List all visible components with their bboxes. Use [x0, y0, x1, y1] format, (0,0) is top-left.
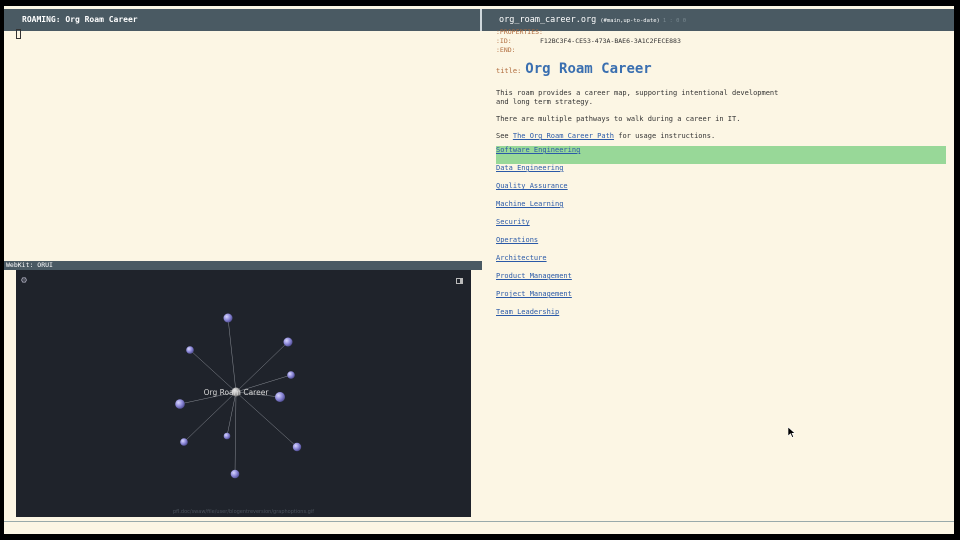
link-security[interactable]: Security	[496, 218, 946, 236]
graph-edge	[189, 349, 237, 393]
id-key: :ID:	[496, 37, 512, 45]
properties-start: :PROPERTIES:	[496, 28, 543, 36]
text-cursor	[16, 29, 21, 39]
graph-edge	[235, 341, 289, 393]
webkit-modeline-text: WebKit: ORUI	[6, 261, 53, 269]
graph-node[interactable]	[275, 392, 285, 402]
link-product-management[interactable]: Product Management	[496, 272, 946, 290]
usage-paragraph: See The Org Roam Career Path for usage i…	[496, 132, 946, 141]
link-label[interactable]: Architecture	[496, 254, 547, 262]
page-title: Org Roam Career	[525, 61, 652, 77]
roaming-modeline: ROAMING: Org Roam Career	[4, 9, 480, 31]
graph-node[interactable]	[175, 399, 185, 409]
link-quality-assurance[interactable]: Quality Assurance	[496, 182, 946, 200]
graph-view[interactable]: ⚙ Org Roam Career pfl.doc/swaw/file/user…	[16, 270, 471, 517]
properties-end: :END:	[496, 46, 516, 54]
link-operations[interactable]: Operations	[496, 236, 946, 254]
link-project-management[interactable]: Project Management	[496, 290, 946, 308]
title-row: title: Org Roam Career	[496, 61, 946, 81]
title-key: title:	[496, 67, 522, 75]
id-value: F12BC3F4-CE53-473A-BAE6-3A1C2FECE883	[540, 37, 681, 45]
minibuffer-divider	[4, 521, 954, 522]
graph-edge	[235, 391, 298, 448]
link-architecture[interactable]: Architecture	[496, 254, 946, 272]
link-label[interactable]: Software Engineering	[496, 146, 580, 154]
git-branch-status: (#main,up-to-date)	[600, 18, 660, 24]
career-path-link[interactable]: The Org Roam Career Path	[513, 132, 614, 140]
graph-node[interactable]	[223, 313, 233, 323]
link-team-leadership[interactable]: Team Leadership	[496, 308, 946, 326]
emacs-frame: ROAMING: Org Roam Career org_roam_career…	[4, 6, 954, 534]
graph-node[interactable]	[180, 438, 188, 446]
link-software-engineering[interactable]: Software Engineering	[496, 146, 946, 164]
career-links-list: Software Engineering Data Engineering Qu…	[496, 146, 946, 326]
graph-footer-text: pfl.doc/swaw/file/user/blogentreversion/…	[173, 509, 314, 515]
graph-node[interactable]	[230, 469, 240, 479]
modeline-position: 1 : 0 0	[662, 18, 687, 24]
org-buffer[interactable]: :PROPERTIES: :ID: F12BC3F4-CE53-473A-BAE…	[496, 28, 946, 326]
intro-paragraph: This roam provides a career map, support…	[496, 89, 779, 106]
graph-node[interactable]	[223, 432, 231, 440]
link-data-engineering[interactable]: Data Engineering	[496, 164, 946, 182]
id-property: :ID: F12BC3F4-CE53-473A-BAE6-3A1C2FECE88…	[496, 37, 946, 46]
graph-node[interactable]	[186, 346, 194, 354]
link-label[interactable]: Team Leadership	[496, 308, 559, 316]
graph-node[interactable]	[292, 442, 302, 452]
link-machine-learning[interactable]: Machine Learning	[496, 200, 946, 218]
graph-edge	[227, 317, 237, 393]
link-label[interactable]: Data Engineering	[496, 164, 563, 172]
link-label[interactable]: Machine Learning	[496, 200, 563, 208]
link-label[interactable]: Operations	[496, 236, 538, 244]
webkit-modeline: WebKit: ORUI	[4, 261, 482, 270]
mouse-pointer-icon	[788, 427, 796, 438]
link-label[interactable]: Quality Assurance	[496, 182, 568, 190]
link-label[interactable]: Security	[496, 218, 530, 226]
graph-edge	[234, 391, 237, 475]
usage-suffix: for usage instructions.	[614, 132, 716, 140]
graph-edge	[226, 391, 237, 437]
link-label[interactable]: Project Management	[496, 290, 572, 298]
graph-center-label: Org Roam Career	[204, 388, 270, 397]
usage-prefix: See	[496, 132, 513, 140]
graph-node[interactable]	[287, 371, 295, 379]
graph-canvas[interactable]: Org Roam Career	[16, 270, 471, 517]
buffer-filename: org_roam_career.org	[499, 15, 597, 25]
graph-node[interactable]	[283, 337, 293, 347]
link-label[interactable]: Product Management	[496, 272, 572, 280]
pathways-paragraph: There are multiple pathways to walk duri…	[496, 115, 741, 123]
roaming-modeline-text: ROAMING: Org Roam Career	[22, 15, 138, 24]
